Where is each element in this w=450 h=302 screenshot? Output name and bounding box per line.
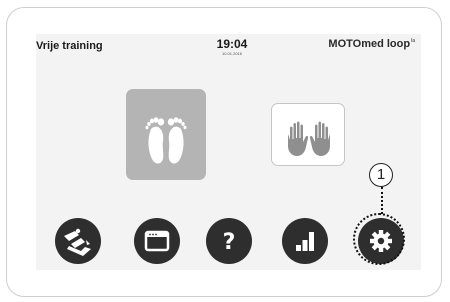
help-button[interactable]: ?: [206, 218, 252, 264]
svg-text:?: ?: [223, 230, 236, 255]
question-mark-icon: ?: [223, 230, 236, 255]
brand-logo: MOTOmed loopla: [328, 38, 415, 50]
program-window-icon: [144, 230, 170, 252]
callout-leader-line: [381, 187, 383, 214]
arms-mode-tile[interactable]: [271, 103, 345, 166]
clock-time: 19:04: [216, 37, 248, 51]
brand-suffix: la: [411, 38, 415, 44]
hands-icon: [288, 121, 330, 156]
callout-number: 1: [369, 163, 393, 187]
statistics-button[interactable]: [282, 218, 328, 264]
callout-highlight-ring: [353, 213, 405, 265]
bar-chart-icon: [296, 232, 314, 251]
brand-name: MOTOmed loop: [328, 38, 411, 50]
legs-mode-tile[interactable]: [126, 89, 206, 180]
training-mode-button[interactable]: [55, 218, 101, 264]
program-button[interactable]: [134, 218, 180, 264]
page-title: Vrije training: [36, 40, 103, 52]
training-mode-icon: [64, 228, 91, 256]
clock-date: 10.01.2016: [221, 51, 243, 56]
feet-icon: [145, 117, 187, 164]
